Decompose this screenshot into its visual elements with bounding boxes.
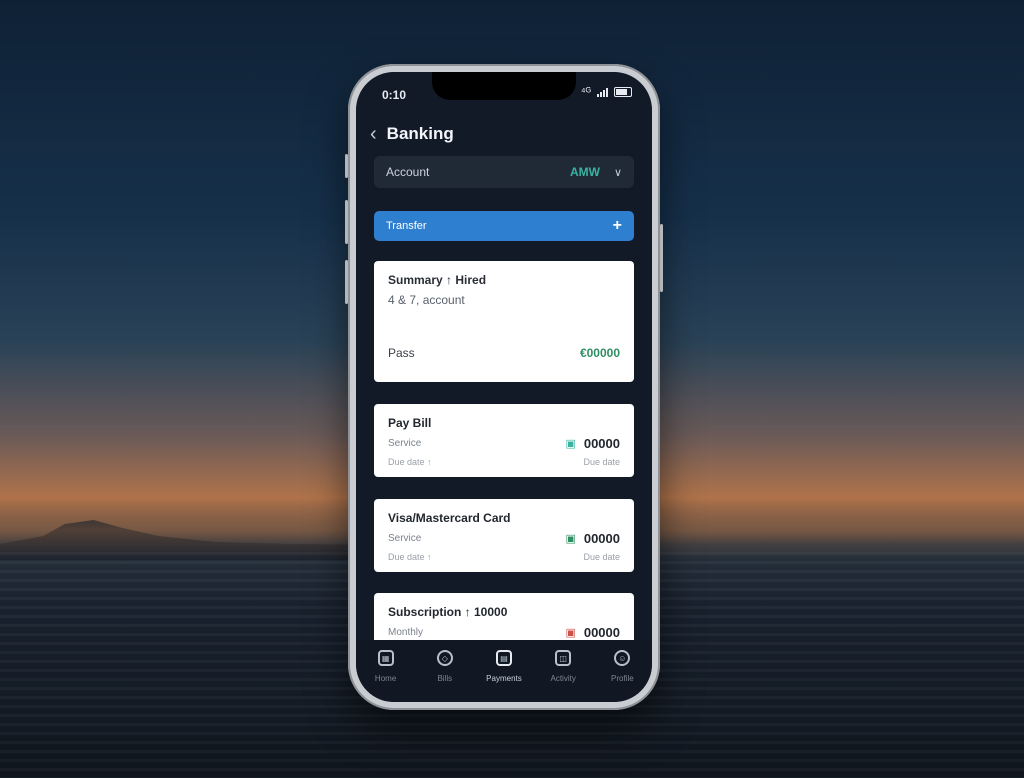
signal-icon	[597, 87, 608, 97]
power-button	[660, 224, 663, 292]
page-header: ‹ Banking	[370, 124, 454, 144]
pay-bill-card[interactable]: Pay Bill Service ▣ 00000 Due date ↑ Due …	[374, 404, 634, 477]
subscription-card[interactable]: Subscription ↑ 10000 Monthly ▣ 00000	[374, 593, 634, 641]
pay-bill-amount: 00000	[583, 436, 620, 451]
pay-bill-title: Pay Bill	[388, 416, 432, 430]
payments-icon: ▤	[495, 650, 512, 666]
summary-footer-label: Pass	[388, 346, 415, 360]
pay-bill-service: Service	[388, 438, 422, 449]
subscription-amount-group: ▣ 00000	[565, 625, 620, 640]
card-payment-due-right: Due date	[583, 552, 620, 562]
phone-screen: 0:10 ⁴ᴳ ‹ Banking Account AMW ∨ Transfer…	[356, 72, 652, 702]
tab-label: Payments	[486, 674, 522, 683]
profile-icon: ☺	[614, 650, 631, 666]
money-icon: ▣	[565, 438, 576, 450]
pay-bill-amount-group: ▣ 00000	[565, 436, 620, 451]
tab-label: Activity	[550, 674, 576, 683]
card-payment-due-left: Due date ↑	[388, 552, 432, 562]
tab-home[interactable]: ▦ Home	[359, 650, 413, 702]
card-payment-title: Visa/Mastercard Card	[388, 511, 511, 525]
account-label: Account	[386, 165, 430, 179]
card-payment-service: Service	[388, 533, 422, 544]
mute-switch	[345, 154, 348, 178]
volume-up-button	[345, 200, 348, 244]
tab-profile[interactable]: ☺ Profile	[595, 650, 649, 702]
summary-subtitle: 4 & 7, account	[388, 293, 465, 307]
tab-label: Profile	[611, 674, 634, 683]
chevron-down-icon: ∨	[613, 166, 622, 179]
activity-icon: ◫	[555, 650, 572, 666]
volume-down-button	[345, 260, 348, 304]
summary-amount: €00000	[579, 346, 620, 360]
card-payment-amount: 00000	[583, 531, 620, 546]
plus-icon: +	[612, 217, 622, 234]
account-value: AMW	[569, 165, 600, 179]
status-time: 0:10	[382, 88, 407, 102]
network-label: ⁴ᴳ	[580, 86, 591, 98]
account-dropdown[interactable]: Account AMW ∨	[374, 156, 634, 188]
summary-footer: Pass €00000	[388, 346, 620, 360]
pay-bill-due-right: Due date	[583, 457, 620, 467]
card-payment-card[interactable]: Visa/Mastercard Card Service ▣ 00000 Due…	[374, 499, 634, 572]
back-chevron-icon[interactable]: ‹	[370, 124, 377, 144]
money-icon: ▣	[565, 627, 576, 639]
battery-icon	[614, 87, 632, 97]
summary-card[interactable]: Summary ↑ Hired 4 & 7, account Pass €000…	[374, 261, 634, 382]
page-title: Banking	[386, 124, 454, 143]
pay-bill-due-left: Due date ↑	[388, 457, 432, 467]
status-icons: ⁴ᴳ	[581, 86, 632, 98]
subscription-title: Subscription ↑ 10000	[388, 605, 508, 619]
bills-icon: ◇	[436, 650, 453, 666]
summary-title: Summary ↑ Hired	[388, 273, 487, 287]
card-payment-amount-group: ▣ 00000	[565, 531, 620, 546]
home-icon: ▦	[377, 650, 394, 666]
transactions-list[interactable]: Summary ↑ Hired 4 & 7, account Pass €000…	[374, 261, 634, 641]
money-icon: ▣	[565, 533, 576, 545]
add-transfer-button[interactable]: Transfer +	[374, 211, 634, 241]
subscription-amount: 00000	[583, 625, 620, 640]
add-transfer-label: Transfer	[386, 220, 427, 232]
notch	[432, 72, 576, 100]
phone-frame: 0:10 ⁴ᴳ ‹ Banking Account AMW ∨ Transfer…	[345, 64, 663, 710]
subscription-frequency: Monthly	[388, 627, 424, 638]
tab-label: Home	[374, 674, 397, 683]
tab-bills[interactable]: ◇ Bills	[418, 650, 472, 702]
bottom-tab-bar: ▦ Home ◇ Bills ▤ Payments ◫ Activity ☺ P…	[356, 640, 652, 702]
tab-label: Bills	[437, 674, 453, 683]
tab-payments[interactable]: ▤ Payments	[477, 650, 531, 702]
tab-activity[interactable]: ◫ Activity	[536, 650, 590, 702]
